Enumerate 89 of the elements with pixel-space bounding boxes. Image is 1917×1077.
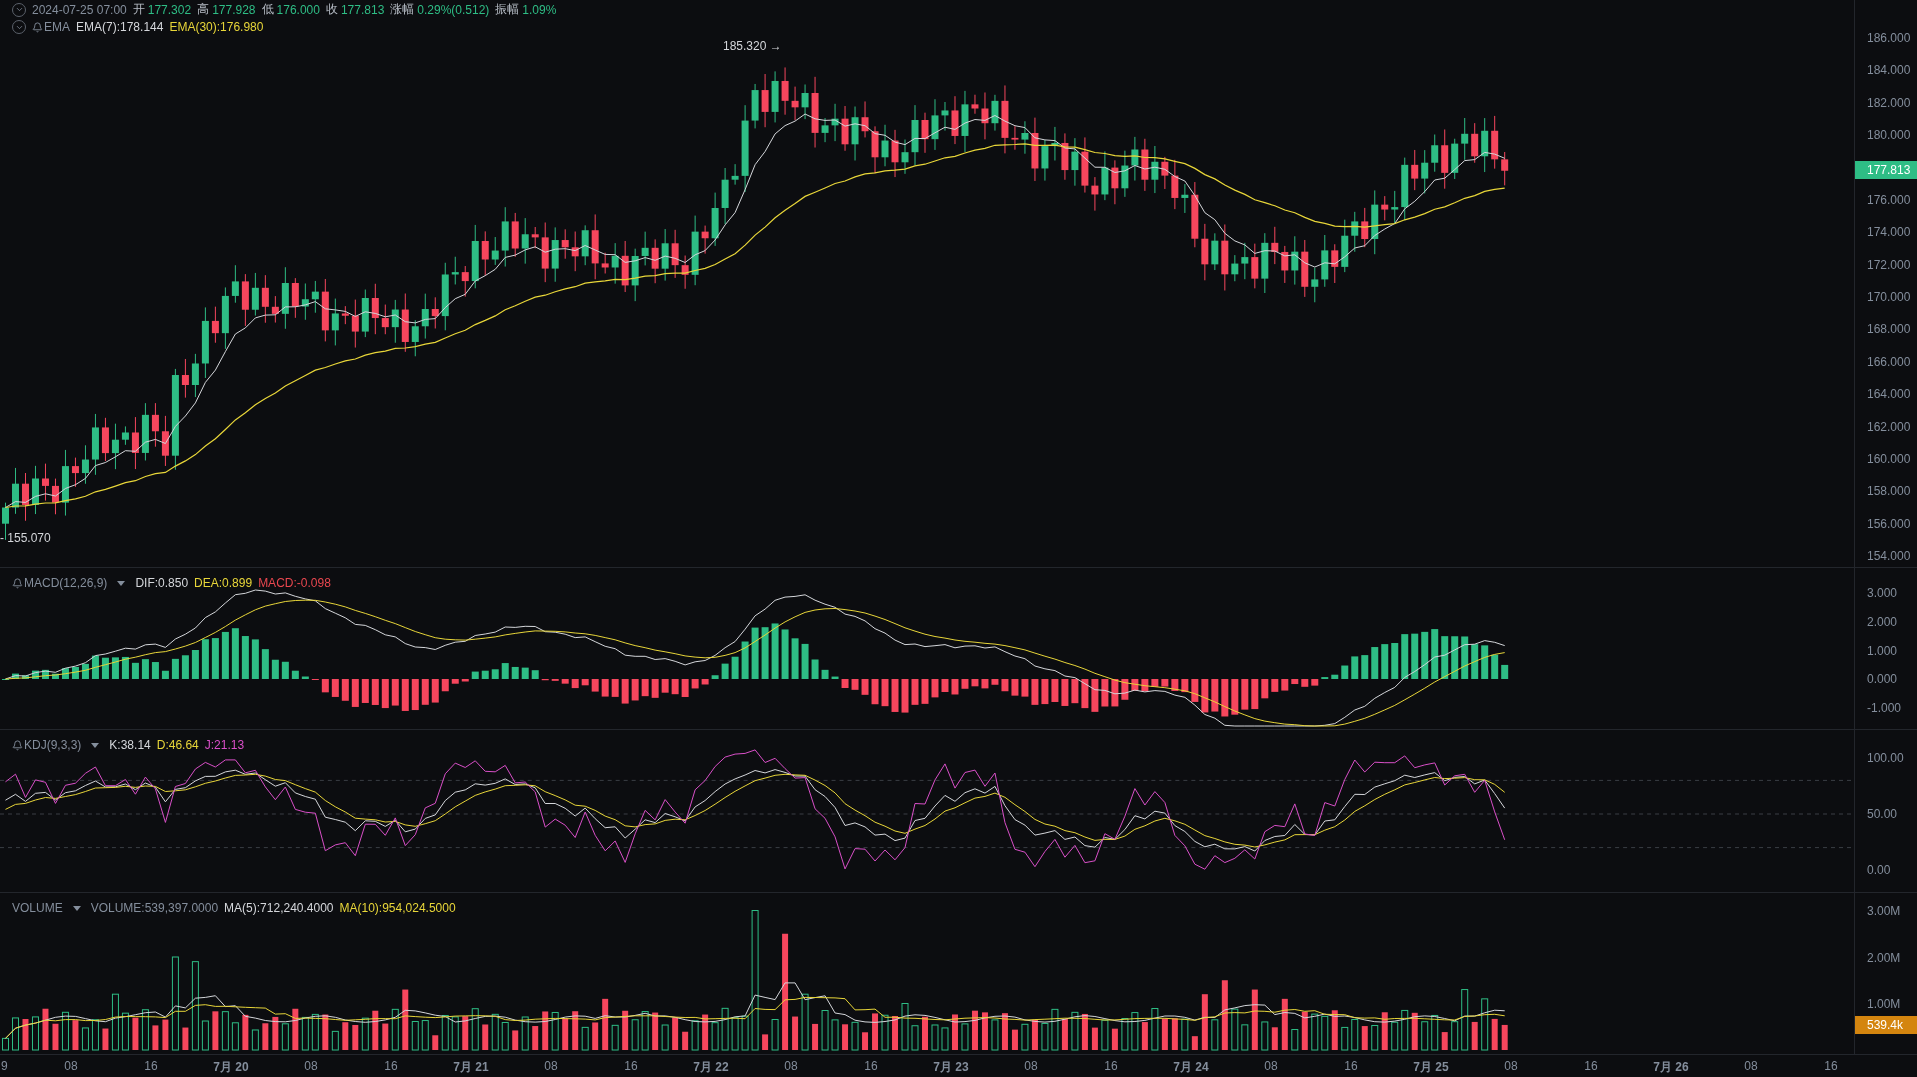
quote-datetime: 2024-07-25 07:00 bbox=[32, 2, 127, 17]
bell-icon[interactable] bbox=[12, 739, 23, 751]
indicator-value: MACD:-0.098 bbox=[258, 576, 331, 590]
axis-label: 184.000 bbox=[1867, 63, 1911, 78]
time-label: 08 bbox=[1264, 1059, 1278, 1073]
indicator-name: EMA bbox=[44, 20, 70, 34]
axis-label: -1.000 bbox=[1867, 701, 1902, 715]
time-label: 16 bbox=[384, 1059, 398, 1073]
time-label: 16 bbox=[1344, 1059, 1358, 1073]
time-label: 16 bbox=[1104, 1059, 1118, 1073]
price-tag: 539.4k bbox=[1855, 1016, 1917, 1034]
time-label: 7月 20 bbox=[213, 1059, 249, 1076]
time-label: 7月 25 bbox=[1413, 1059, 1449, 1076]
axis-label: 1.000 bbox=[1867, 643, 1898, 658]
time-label: 08 bbox=[544, 1059, 558, 1073]
indicator-value: MA(5):712,240.4000 bbox=[224, 901, 334, 915]
axis-label: 1.00M bbox=[1867, 997, 1901, 1011]
axis-label: 168.000 bbox=[1867, 322, 1911, 337]
indicator-value: J:21.13 bbox=[204, 738, 245, 752]
quote-label: 振幅 bbox=[495, 1, 520, 18]
axis-label: 164.000 bbox=[1867, 387, 1911, 402]
axis-label: 182.000 bbox=[1867, 95, 1911, 110]
quote-label: 开 bbox=[132, 1, 145, 18]
time-label: 16 bbox=[144, 1059, 158, 1073]
time-label: 7月 23 bbox=[933, 1059, 969, 1076]
caret-icon[interactable] bbox=[117, 580, 126, 586]
indicator-value: K:38.14 bbox=[109, 738, 151, 752]
quote-value: 1.09% bbox=[522, 2, 557, 17]
indicator-value: EMA(30):176.980 bbox=[169, 20, 264, 34]
indicator-name: KDJ(9,3,3) bbox=[24, 738, 82, 752]
low-price-marker: - 155.070 bbox=[0, 531, 51, 545]
axis-label: 162.000 bbox=[1867, 419, 1911, 434]
axis-label: 160.000 bbox=[1867, 451, 1911, 466]
time-label: 7月 21 bbox=[453, 1059, 489, 1076]
axis-label: 100.00 bbox=[1867, 751, 1904, 765]
indicator-value: EMA(7):178.144 bbox=[76, 20, 164, 34]
quote-value: 0.29%(0.512) bbox=[417, 2, 490, 17]
indicator-value: D:46.64 bbox=[156, 738, 199, 752]
quote-label: 高 bbox=[197, 1, 210, 18]
quote-value: 176.000 bbox=[276, 2, 320, 17]
axis-label: 174.000 bbox=[1867, 225, 1911, 240]
quote-label: 低 bbox=[261, 1, 274, 18]
time-label: 08 bbox=[1504, 1059, 1518, 1073]
axis-label: 50.00 bbox=[1867, 807, 1898, 821]
axis-label: 0.000 bbox=[1867, 672, 1898, 687]
price-tag: 177.813 bbox=[1855, 161, 1917, 179]
time-label: 16 bbox=[864, 1059, 878, 1073]
time-label: 08 bbox=[304, 1059, 318, 1073]
indicator-value: MA(10):954,024.5000 bbox=[339, 901, 456, 915]
quote-label: 涨幅 bbox=[390, 1, 415, 18]
axis-label: 186.000 bbox=[1867, 31, 1911, 45]
time-label: 9 bbox=[1, 1059, 8, 1073]
axis-label: 166.000 bbox=[1867, 354, 1911, 369]
time-label: 16 bbox=[1584, 1059, 1598, 1073]
time-label: 08 bbox=[784, 1059, 798, 1073]
time-label: 16 bbox=[1824, 1059, 1838, 1073]
axis-label: 158.000 bbox=[1867, 484, 1911, 499]
high-price-marker: 185.320 → bbox=[723, 39, 782, 53]
indicator-value: VOLUME:539,397.0000 bbox=[90, 901, 219, 915]
indicator-value: DIF:0.850 bbox=[135, 576, 189, 590]
axis-label: 3.000 bbox=[1867, 586, 1898, 600]
quote-label: 收 bbox=[325, 1, 338, 18]
axis-label: 2.000 bbox=[1867, 614, 1898, 629]
axis-label: 180.000 bbox=[1867, 128, 1911, 143]
axis-label: 2.00M bbox=[1867, 950, 1901, 965]
axis-label: 156.000 bbox=[1867, 516, 1911, 531]
axis-label: 0.00 bbox=[1867, 863, 1891, 877]
indicator-name: VOLUME bbox=[12, 901, 63, 915]
bell-icon[interactable] bbox=[12, 577, 23, 589]
quote-value: 177.813 bbox=[340, 2, 385, 17]
axis-label: 3.00M bbox=[1867, 904, 1901, 918]
indicator-name: MACD(12,26,9) bbox=[24, 576, 108, 590]
indicator-value: DEA:0.899 bbox=[194, 576, 253, 590]
axis-label: 170.000 bbox=[1867, 290, 1911, 304]
time-label: 7月 26 bbox=[1653, 1059, 1689, 1076]
quote-value: 177.302 bbox=[147, 2, 192, 17]
caret-icon[interactable] bbox=[91, 742, 100, 748]
bell-icon[interactable] bbox=[32, 21, 43, 33]
time-label: 08 bbox=[1744, 1059, 1758, 1073]
time-label: 08 bbox=[64, 1059, 78, 1073]
axis-label: 172.000 bbox=[1867, 257, 1911, 272]
axis-label: 176.000 bbox=[1867, 192, 1911, 207]
axis-label: 154.000 bbox=[1867, 549, 1911, 563]
time-label: 08 bbox=[1024, 1059, 1038, 1073]
time-label: 7月 24 bbox=[1173, 1059, 1209, 1076]
time-label: 16 bbox=[624, 1059, 638, 1073]
time-label: 7月 22 bbox=[693, 1059, 729, 1076]
caret-icon[interactable] bbox=[72, 905, 81, 911]
quote-value: 177.928 bbox=[212, 2, 256, 17]
